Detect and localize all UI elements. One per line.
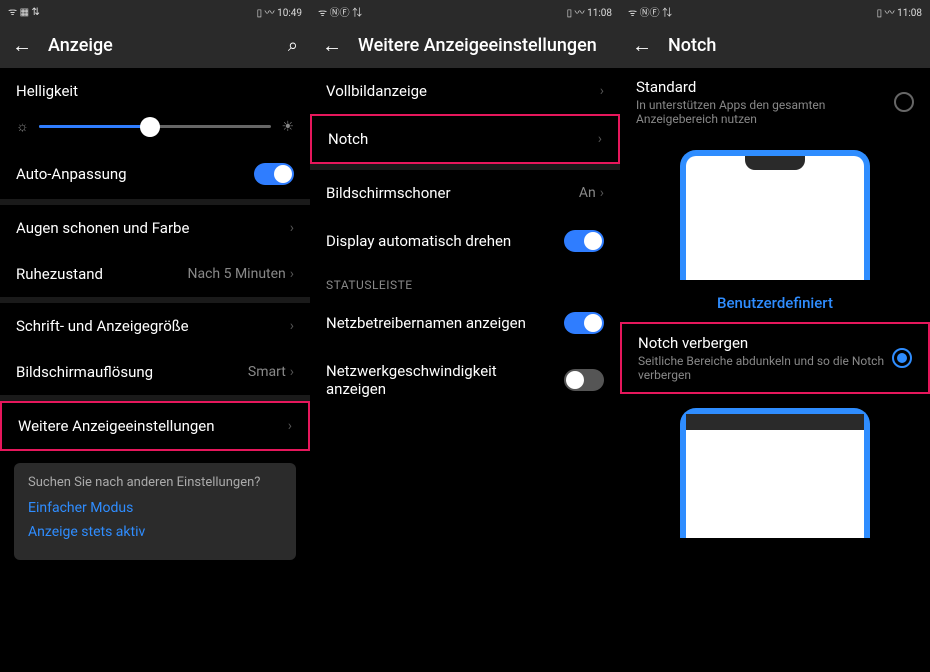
chevron-right-icon: › bbox=[290, 364, 294, 380]
sleep-value: Nach 5 Minuten bbox=[188, 266, 286, 282]
standard-option-row[interactable]: Standard In unterstützen Apps den gesamt… bbox=[620, 68, 930, 136]
resolution-row[interactable]: Bildschirmauflösung Smart› bbox=[0, 349, 310, 395]
carrier-name-label: Netzbetreibernamen anzeigen bbox=[326, 314, 526, 332]
slider-thumb[interactable] bbox=[140, 117, 160, 137]
notch-row[interactable]: Notch › bbox=[310, 114, 620, 164]
more-display-label: Weitere Anzeigeeinstellungen bbox=[18, 417, 215, 435]
phone-screen-2: ᯤ ⓃⒻ ⇅ ▯ 〰 11:08 ← Weitere Anzeigeeinste… bbox=[310, 0, 620, 672]
status-right: ▯ 〰 10:49 bbox=[257, 4, 302, 19]
header: ← Weitere Anzeigeeinstellungen bbox=[310, 22, 620, 68]
status-bar: ᯤ ⓃⒻ ⇅ ▯ 〰 11:08 bbox=[310, 0, 620, 22]
font-size-row[interactable]: Schrift- und Anzeigegröße › bbox=[0, 303, 310, 349]
phone-screen-3: ᯤ ⓃⒻ ⇅ ▯ 〰 11:08 ← Notch Standard In unt… bbox=[620, 0, 930, 672]
screensaver-value: An bbox=[579, 185, 596, 201]
network-speed-row: Netzwerkgeschwindigkeit anzeigen bbox=[310, 348, 620, 412]
page-title: Notch bbox=[668, 35, 918, 56]
brightness-label: Helligkeit bbox=[0, 68, 310, 108]
simple-mode-link[interactable]: Einfacher Modus bbox=[28, 500, 282, 516]
font-size-label: Schrift- und Anzeigegröße bbox=[16, 317, 189, 335]
suggestion-question: Suchen Sie nach anderen Einstellungen? bbox=[28, 475, 282, 490]
status-left-icons: ᯤ ▦ ⇅ bbox=[8, 4, 40, 18]
auto-rotate-toggle[interactable] bbox=[564, 230, 604, 252]
page-title: Weitere Anzeigeeinstellungen bbox=[358, 35, 608, 56]
standard-subtitle: In unterstützen Apps den gesamten Anzeig… bbox=[636, 98, 894, 126]
more-display-settings-row[interactable]: Weitere Anzeigeeinstellungen › bbox=[0, 401, 310, 451]
sleep-row[interactable]: Ruhezustand Nach 5 Minuten› bbox=[0, 251, 310, 297]
brightness-slider[interactable] bbox=[39, 125, 272, 128]
search-icon[interactable]: ⌕ bbox=[288, 35, 298, 56]
header: ← Notch bbox=[620, 22, 930, 68]
auto-adjust-row: Auto-Anpassung bbox=[0, 149, 310, 199]
notch-label: Notch bbox=[328, 130, 368, 148]
resolution-label: Bildschirmauflösung bbox=[16, 363, 153, 381]
phone-mockup-notch bbox=[680, 150, 870, 280]
always-on-link[interactable]: Anzeige stets aktiv bbox=[28, 524, 282, 540]
screensaver-label: Bildschirmschoner bbox=[326, 184, 451, 202]
standard-radio[interactable] bbox=[894, 92, 914, 112]
status-left-icons: ᯤ ⓃⒻ ⇅ bbox=[318, 4, 362, 19]
carrier-name-toggle[interactable] bbox=[564, 312, 604, 334]
carrier-name-row: Netzbetreibernamen anzeigen bbox=[310, 298, 620, 348]
back-icon[interactable]: ← bbox=[632, 33, 652, 58]
custom-label: Benutzerdefiniert bbox=[620, 294, 930, 312]
hide-notch-subtitle: Seitliche Bereiche abdunkeln und so die … bbox=[638, 354, 892, 382]
back-icon[interactable]: ← bbox=[12, 33, 32, 58]
header: ← Anzeige ⌕ bbox=[0, 22, 310, 68]
back-icon[interactable]: ← bbox=[322, 33, 342, 58]
auto-rotate-row: Display automatisch drehen bbox=[310, 216, 620, 266]
auto-rotate-label: Display automatisch drehen bbox=[326, 232, 511, 250]
eye-comfort-row[interactable]: Augen schonen und Farbe › bbox=[0, 205, 310, 251]
network-speed-toggle[interactable] bbox=[564, 369, 604, 391]
auto-adjust-label: Auto-Anpassung bbox=[16, 165, 127, 183]
phone-mockup-hidden-notch bbox=[680, 408, 870, 538]
standard-title: Standard bbox=[636, 78, 894, 96]
status-right: ▯ 〰 11:08 bbox=[877, 4, 922, 19]
suggestion-box: Suchen Sie nach anderen Einstellungen? E… bbox=[14, 463, 296, 560]
status-left-icons: ᯤ ⓃⒻ ⇅ bbox=[628, 4, 672, 19]
chevron-right-icon: › bbox=[290, 220, 294, 236]
sun-high-icon: ☀ bbox=[281, 119, 294, 135]
resolution-value: Smart bbox=[248, 364, 286, 380]
page-title: Anzeige bbox=[48, 35, 272, 56]
screensaver-row[interactable]: Bildschirmschoner An› bbox=[310, 170, 620, 216]
status-bar: ᯤ ⓃⒻ ⇅ ▯ 〰 11:08 bbox=[620, 0, 930, 22]
chevron-right-icon: › bbox=[598, 131, 602, 147]
fullscreen-label: Vollbildanzeige bbox=[326, 82, 427, 100]
eye-comfort-label: Augen schonen und Farbe bbox=[16, 219, 189, 237]
chevron-right-icon: › bbox=[600, 185, 604, 201]
sun-low-icon: ☼ bbox=[16, 118, 29, 135]
chevron-right-icon: › bbox=[288, 418, 292, 434]
hide-notch-title: Notch verbergen bbox=[638, 334, 892, 352]
status-right: ▯ 〰 11:08 bbox=[567, 4, 612, 19]
phone-screen-1: ᯤ ▦ ⇅ ▯ 〰 10:49 ← Anzeige ⌕ Helligkeit ☼… bbox=[0, 0, 310, 672]
hide-notch-radio[interactable] bbox=[892, 348, 912, 368]
status-bar: ᯤ ▦ ⇅ ▯ 〰 10:49 bbox=[0, 0, 310, 22]
auto-adjust-toggle[interactable] bbox=[254, 163, 294, 185]
chevron-right-icon: › bbox=[290, 318, 294, 334]
network-speed-label: Netzwerkgeschwindigkeit anzeigen bbox=[326, 362, 526, 398]
fullscreen-row[interactable]: Vollbildanzeige › bbox=[310, 68, 620, 114]
chevron-right-icon: › bbox=[600, 83, 604, 99]
statusbar-section-header: STATUSLEISTE bbox=[310, 266, 620, 298]
sleep-label: Ruhezustand bbox=[16, 265, 103, 283]
brightness-slider-row: ☼ ☀ bbox=[0, 108, 310, 149]
hide-notch-option-row[interactable]: Notch verbergen Seitliche Bereiche abdun… bbox=[620, 322, 930, 394]
chevron-right-icon: › bbox=[290, 266, 294, 282]
